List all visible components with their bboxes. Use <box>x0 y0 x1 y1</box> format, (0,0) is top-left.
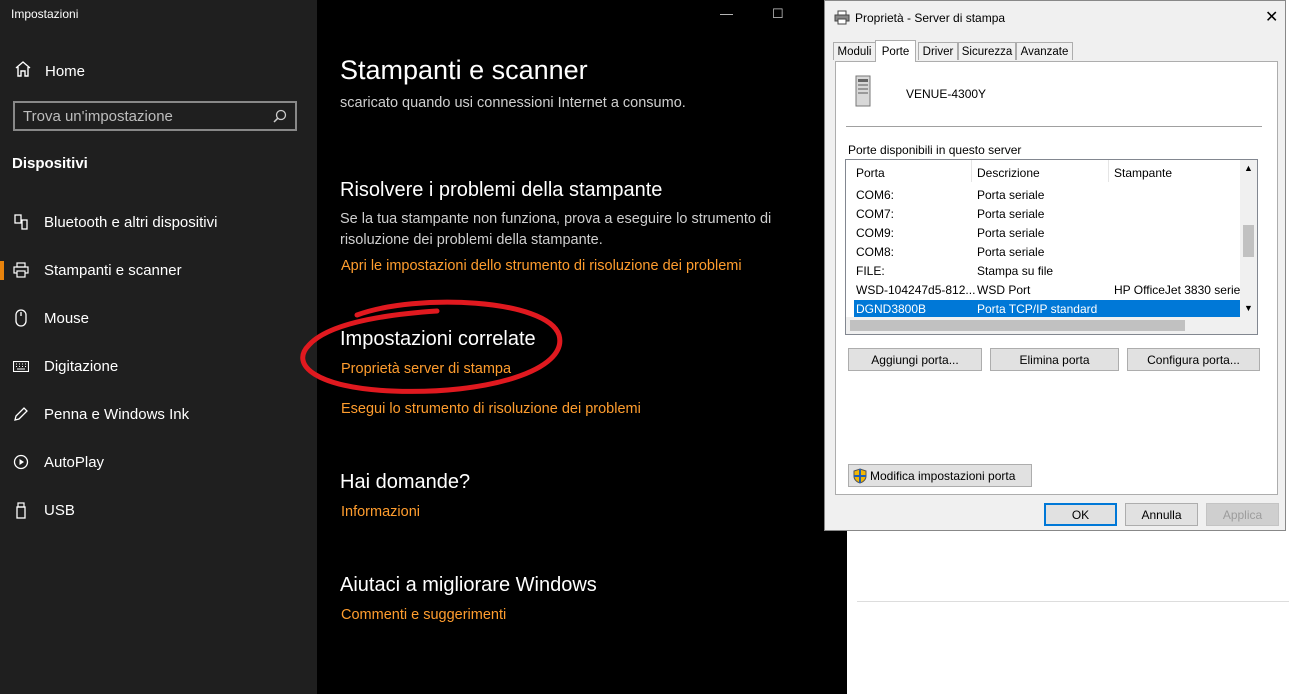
home-label: Home <box>45 62 86 80</box>
nav-label: Digitazione <box>44 357 119 375</box>
scroll-down-icon[interactable]: ▼ <box>1244 303 1253 313</box>
table-row[interactable]: WSD-104247d5-812... WSD Port HP OfficeJet … <box>846 281 1246 300</box>
delete-port-button[interactable]: Elimina porta <box>990 348 1119 371</box>
print-server-properties-dialog: Proprietà - Server di stampa ✕ Moduli Po… <box>824 0 1286 531</box>
tab-avanzate[interactable]: Avanzate <box>1016 42 1073 60</box>
subtitle-text: scaricato quando usi connessioni Interne… <box>340 95 686 111</box>
server-name: VENUE-4300Y <box>906 87 987 101</box>
shield-icon <box>853 467 867 484</box>
search-input[interactable]: Trova un'impostazione <box>13 101 297 131</box>
tab-driver[interactable]: Driver <box>918 42 958 60</box>
nav-item-usb[interactable]: USB <box>0 492 317 528</box>
nav-item-mouse[interactable]: Mouse <box>0 300 317 336</box>
usb-icon <box>13 501 29 519</box>
home-icon <box>14 60 34 82</box>
troubleshoot-heading: Risolvere i problemi della stampante <box>340 179 663 201</box>
dialog-title: Proprietà - Server di stampa <box>855 11 1006 25</box>
horizontal-scrollbar[interactable] <box>846 317 1241 334</box>
nav-item-pen[interactable]: Penna e Windows Ink <box>0 396 317 432</box>
improve-windows-heading: Aiutaci a migliorare Windows <box>340 574 597 596</box>
vertical-scrollbar[interactable]: ▲ ▼ <box>1240 160 1257 318</box>
minimize-icon[interactable]: — <box>720 6 733 21</box>
add-port-button[interactable]: Aggiungi porta... <box>848 348 982 371</box>
ports-label: Porte disponibili in questo server <box>848 143 1022 157</box>
column-header-port[interactable]: Porta <box>856 166 885 180</box>
troubleshoot-text: Se la tua stampante non funziona, prova … <box>340 211 772 248</box>
nav-item-bluetooth[interactable]: Bluetooth e altri dispositivi <box>0 204 317 240</box>
printer-icon <box>834 10 850 28</box>
ports-list[interactable]: Porta Descrizione Stampante COM6: Porta s… <box>845 159 1258 335</box>
settings-sidebar: Impostazioni Home Trova un'impostazione … <box>0 0 317 694</box>
scroll-up-icon[interactable]: ▲ <box>1244 163 1253 173</box>
background-window <box>847 531 1289 694</box>
maximize-icon[interactable]: ☐ <box>772 6 784 22</box>
autoplay-icon <box>13 453 29 471</box>
configure-port-button[interactable]: Configura porta... <box>1127 348 1260 371</box>
nav-item-typing[interactable]: Digitazione <box>0 348 317 384</box>
bluetooth-icon <box>13 213 29 231</box>
tab-porte[interactable]: Porte <box>875 40 916 62</box>
annotation-circle <box>300 299 563 394</box>
table-row[interactable]: FILE: Stampa su file <box>846 262 1241 281</box>
home-nav-item[interactable]: Home <box>14 60 85 82</box>
nav-label: Penna e Windows Ink <box>44 405 190 423</box>
mouse-icon <box>13 309 29 327</box>
printer-icon <box>13 261 29 279</box>
table-row[interactable]: COM6: Porta seriale <box>846 186 1241 205</box>
nav-label: AutoPlay <box>44 453 105 471</box>
settings-main: Stampanti e scanner scaricato quando usi… <box>300 0 847 694</box>
column-header-description[interactable]: Descrizione <box>977 166 1040 180</box>
server-icon <box>853 75 873 111</box>
info-link[interactable]: Informazioni <box>341 504 420 520</box>
questions-heading: Hai domande? <box>340 471 471 493</box>
page-title: Stampanti e scanner <box>340 55 588 85</box>
table-row[interactable]: COM8: Porta seriale <box>846 243 1241 262</box>
nav-label: USB <box>44 501 75 519</box>
tab-moduli[interactable]: Moduli <box>833 42 876 60</box>
table-row[interactable]: COM7: Porta seriale <box>846 205 1241 224</box>
keyboard-icon <box>13 357 29 375</box>
scroll-thumb[interactable] <box>850 320 1185 331</box>
nav-label: Mouse <box>44 309 90 327</box>
cancel-button[interactable]: Annulla <box>1125 503 1198 526</box>
modify-port-settings-label: Modifica impostazioni porta <box>870 468 1016 483</box>
pen-icon <box>13 405 29 423</box>
ok-button[interactable]: OK <box>1044 503 1117 526</box>
column-header-printer[interactable]: Stampante <box>1114 166 1172 180</box>
apply-button[interactable]: Applica <box>1206 503 1279 526</box>
nav-label: Stampanti e scanner <box>44 261 182 279</box>
table-row[interactable]: COM9: Porta seriale <box>846 224 1241 243</box>
nav-item-printers[interactable]: Stampanti e scanner <box>0 252 317 288</box>
close-icon[interactable]: ✕ <box>1265 7 1278 27</box>
divider <box>846 126 1262 127</box>
nav-label: Bluetooth e altri dispositivi <box>44 213 218 231</box>
feedback-link[interactable]: Commenti e suggerimenti <box>341 607 506 623</box>
nav-item-autoplay[interactable]: AutoPlay <box>0 444 317 480</box>
scroll-thumb[interactable] <box>1243 225 1254 257</box>
search-placeholder: Trova un'impostazione <box>23 107 173 125</box>
section-heading: Dispositivi <box>12 155 88 172</box>
modify-port-settings-button[interactable]: Modifica impostazioni porta <box>848 464 1032 487</box>
search-icon <box>273 109 287 127</box>
tab-sicurezza[interactable]: Sicurezza <box>958 42 1016 60</box>
troubleshoot-settings-link[interactable]: Apri le impostazioni dello strumento di … <box>341 258 742 274</box>
app-title: Impostazioni <box>11 7 79 21</box>
